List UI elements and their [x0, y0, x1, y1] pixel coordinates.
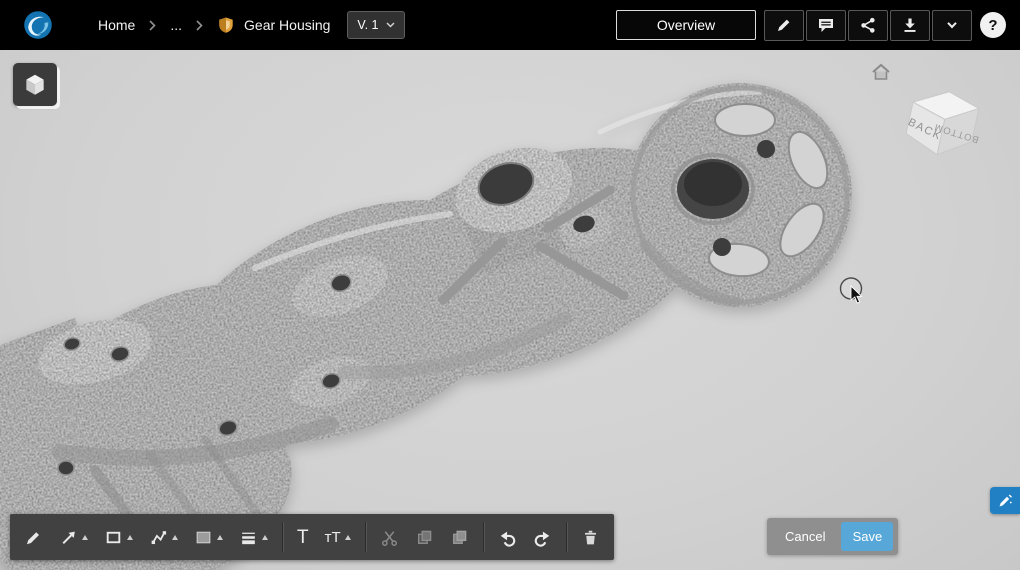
home-view-button[interactable]: [870, 62, 892, 81]
text-tool-button[interactable]: T: [289, 514, 317, 560]
redo-button[interactable]: [525, 514, 560, 560]
tool-flyout-caret-icon: [127, 535, 133, 540]
cancel-button[interactable]: Cancel: [772, 522, 838, 551]
overview-button[interactable]: Overview: [616, 10, 756, 40]
download-button[interactable]: [890, 10, 930, 41]
viewport[interactable]: BACK BOTTOM: [0, 50, 1020, 570]
redo-icon: [533, 528, 552, 547]
top-bar: Home ... Gear Housing V. 1 Overview: [0, 0, 1020, 50]
draw-tool-button[interactable]: [16, 514, 51, 560]
trash-icon: [581, 528, 600, 547]
version-dropdown[interactable]: V. 1: [347, 11, 404, 39]
tool-flyout-caret-icon: [262, 535, 268, 540]
topbar-icon-group: [764, 10, 972, 41]
shape-tool-button[interactable]: [96, 514, 141, 560]
tool-flyout-caret-icon: [172, 535, 178, 540]
breadcrumb-ellipsis[interactable]: ...: [170, 17, 182, 33]
download-icon: [901, 16, 919, 34]
gear-housing-part: [0, 83, 852, 570]
breadcrumb-home[interactable]: Home: [98, 17, 135, 33]
orientation-cube[interactable]: BACK BOTTOM: [898, 80, 986, 168]
logo-swirl-icon: [22, 9, 54, 41]
chevron-down-icon: [943, 16, 961, 34]
comment-button[interactable]: [806, 10, 846, 41]
chevron-right-icon: [196, 20, 203, 31]
scissors-icon: [380, 528, 399, 547]
view-cube-button[interactable]: [13, 63, 57, 106]
toolbar-divider: [282, 522, 283, 552]
line-style-tool-button[interactable]: [231, 514, 276, 560]
more-menu-button[interactable]: [932, 10, 972, 41]
paste-icon: [450, 528, 469, 547]
gear-housing-model[interactable]: [0, 50, 1020, 570]
arrow-icon: [59, 528, 78, 547]
cut-tool-button[interactable]: [372, 514, 407, 560]
text-size-tool-button[interactable]: тT: [317, 514, 359, 560]
rectangle-icon: [104, 528, 123, 547]
arrow-tool-button[interactable]: [51, 514, 96, 560]
home-icon: [871, 63, 891, 81]
text-tool-label: T: [297, 528, 309, 547]
chevron-right-icon: [149, 20, 156, 31]
toolbar-divider: [483, 522, 484, 552]
undo-icon: [498, 528, 517, 547]
breadcrumb-model-name: Gear Housing: [244, 17, 330, 33]
undo-button[interactable]: [490, 514, 525, 560]
copy-icon: [415, 528, 434, 547]
line-weight-icon: [239, 528, 258, 547]
share-button[interactable]: [848, 10, 888, 41]
text-size-label: тT: [325, 530, 341, 545]
tool-flyout-caret-icon: [345, 535, 351, 540]
tool-flyout-caret-icon: [217, 535, 223, 540]
toolbar-divider: [365, 522, 366, 552]
version-label: V. 1: [357, 18, 378, 32]
chevron-down-icon: [386, 22, 395, 28]
app-logo[interactable]: [22, 9, 54, 41]
tool-flyout-caret-icon: [82, 535, 88, 540]
annotation-pen-icon: [997, 493, 1013, 509]
toolbar-divider: [566, 522, 567, 552]
fill-swatch-icon: [194, 528, 213, 547]
pencil-icon: [24, 528, 43, 547]
cube-icon: [22, 72, 48, 98]
delete-button[interactable]: [573, 514, 608, 560]
paste-tool-button[interactable]: [442, 514, 477, 560]
pencil-icon: [775, 16, 793, 34]
help-button[interactable]: ?: [980, 12, 1006, 38]
action-bar: Cancel Save: [767, 518, 898, 555]
polyline-tool-button[interactable]: [141, 514, 186, 560]
model-shield-icon: [217, 16, 235, 34]
save-button[interactable]: Save: [841, 522, 893, 551]
breadcrumb: Home ... Gear Housing: [98, 16, 330, 34]
copy-tool-button[interactable]: [407, 514, 442, 560]
edit-button[interactable]: [764, 10, 804, 41]
polyline-icon: [149, 528, 168, 547]
annotations-panel-button[interactable]: [990, 487, 1020, 514]
share-icon: [859, 16, 877, 34]
topbar-actions: Overview: [616, 10, 1006, 41]
annotation-toolbar: T тT: [10, 514, 614, 560]
fill-color-tool-button[interactable]: [186, 514, 231, 560]
comment-icon: [817, 16, 835, 34]
